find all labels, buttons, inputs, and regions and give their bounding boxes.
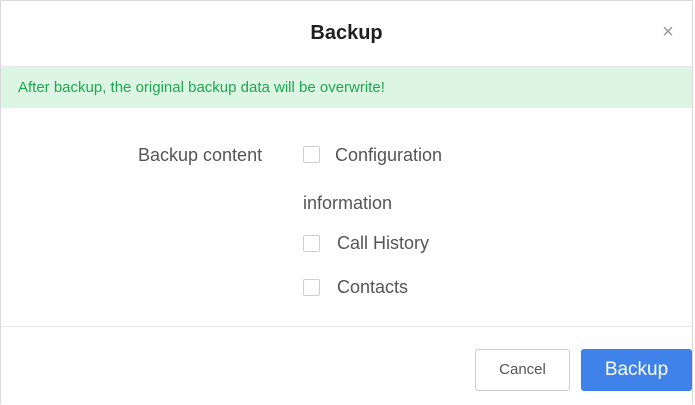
close-icon[interactable]: × <box>656 20 680 44</box>
option-contacts[interactable]: Contacts <box>303 277 408 298</box>
call-history-label: Call History <box>337 233 430 253</box>
backup-button[interactable]: Backup <box>581 349 692 391</box>
contacts-checkbox[interactable] <box>303 279 320 296</box>
configuration-information-label: Configuration information <box>303 145 443 213</box>
overwrite-warning-banner: After backup, the original backup data w… <box>1 67 692 108</box>
option-call-history[interactable]: Call History <box>303 233 429 254</box>
option-configuration-information[interactable]: Configuration information <box>303 132 493 228</box>
dialog-footer: Cancel Backup <box>1 327 692 404</box>
dialog-header: Backup × <box>1 1 692 67</box>
configuration-information-checkbox[interactable] <box>303 146 320 164</box>
call-history-checkbox[interactable] <box>303 235 320 252</box>
backup-dialog: Backup × After backup, the original back… <box>0 0 693 404</box>
backup-content-label: Backup content <box>138 145 263 165</box>
cancel-button[interactable]: Cancel <box>475 349 570 391</box>
contacts-label: Contacts <box>337 277 409 297</box>
dialog-title: Backup <box>310 22 383 44</box>
